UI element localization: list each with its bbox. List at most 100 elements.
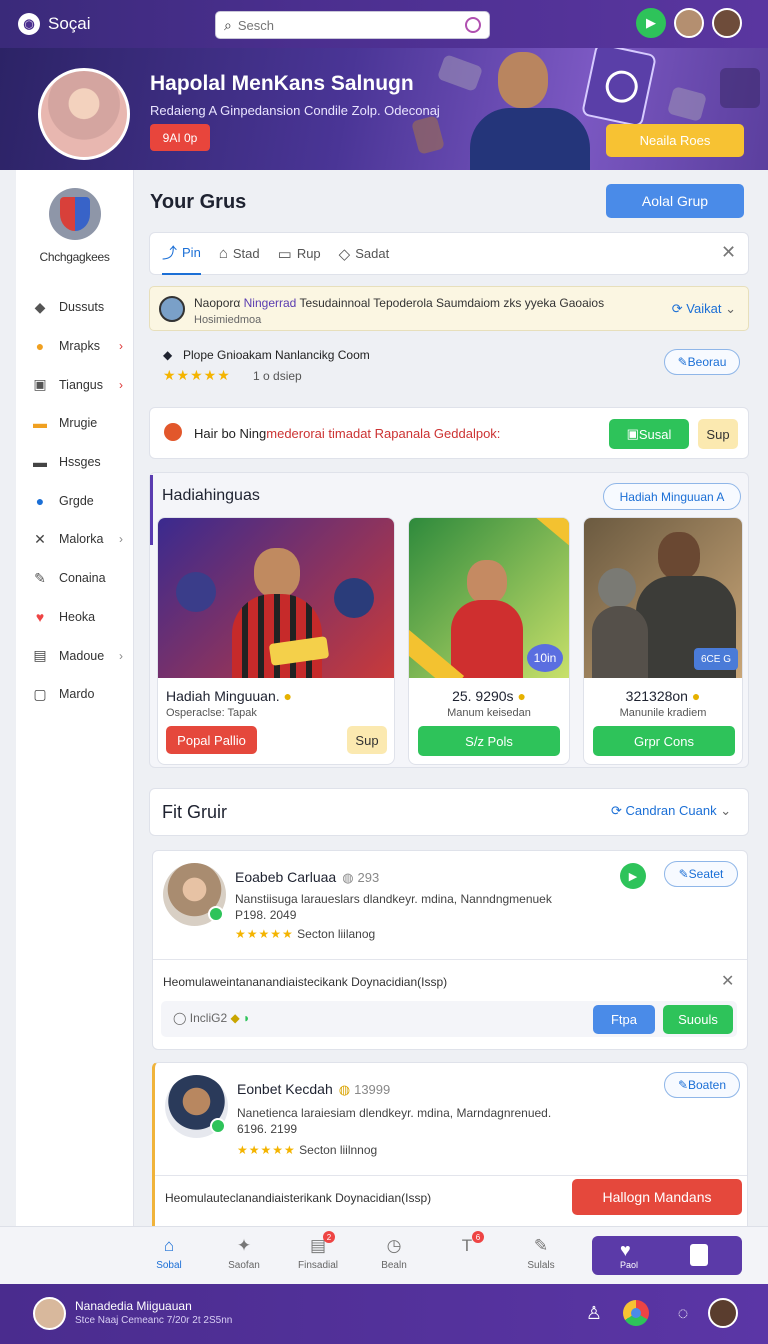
reward-image: 6CE G	[584, 518, 742, 678]
reward-name: Hadiah Minguuan. ●	[166, 688, 292, 704]
bottom-nav-item[interactable]: ◷ Bealn	[364, 1235, 424, 1271]
sidebar-item[interactable]: ✎ Conaina	[16, 559, 133, 598]
tools-icon: ✕	[34, 530, 46, 547]
profile-avatar[interactable]	[708, 1298, 738, 1328]
notification-badge: 2	[323, 1231, 335, 1243]
hero-subtitle: Redaieng A Ginpedansion Condile Zolp. Od…	[150, 103, 440, 118]
promo-secondary-button[interactable]: Sup	[698, 419, 738, 449]
sidebar-item-label: Heoka	[59, 609, 96, 624]
clipboard-icon[interactable]	[690, 1244, 708, 1266]
search-bar[interactable]: ⌕	[215, 11, 490, 39]
tab-pin[interactable]: ⤴ Pin	[162, 232, 201, 275]
sidebar-item-label: Mardo	[59, 687, 95, 702]
sidebar-item[interactable]: ● Grgde	[16, 481, 133, 520]
groups-tabs: ⤴ Pin ⌂ Stad ▭ Rup ◇ Sadat	[149, 232, 749, 275]
sidebar-item-label: Mrugie	[59, 416, 98, 431]
divider	[155, 1175, 747, 1176]
chat-icon[interactable]: ◌	[670, 1300, 696, 1326]
bottom-nav-highlight[interactable]: ♥ Paol	[592, 1236, 742, 1275]
reward-card[interactable]: Hadiah Minguuan. ● Osperaclse: Tapak Pop…	[157, 517, 395, 765]
bottom-nav-item[interactable]: ✦ Saofan	[214, 1235, 274, 1271]
rating-count: 1 o dsiep	[253, 369, 302, 383]
pen-icon: ✎	[34, 569, 46, 586]
hero-decoration	[666, 86, 708, 122]
review-action-button[interactable]: ✎ Boaten	[664, 1072, 740, 1098]
group-logo[interactable]	[48, 188, 101, 240]
reward-subtitle: Manunile kradiem	[619, 707, 707, 719]
tab-label: Stad	[232, 246, 260, 261]
rating-action-button[interactable]: ✎ Beorau	[664, 349, 740, 375]
reply-submit-button[interactable]: Suouls	[663, 1005, 733, 1034]
group-notice[interactable]: Naoporα Ningerrad Tesudainnoal Tepoderol…	[149, 286, 749, 331]
bottom-nav-item[interactable]: ▤ 2 Finsadial	[288, 1231, 348, 1271]
bottom-nav-item[interactable]: ⌂ Sobal	[139, 1235, 199, 1271]
add-group-button[interactable]: Aolal Grup	[606, 184, 744, 218]
reward-subtitle: Osperaclse: Tapak	[166, 707, 257, 719]
reply-input[interactable]: ◯ IncliG2 ◆ ◗ Ftpa Suouls	[161, 1001, 737, 1037]
user-icon[interactable]: ♙	[581, 1300, 607, 1326]
reply-send-button[interactable]: Ftpa	[593, 1005, 655, 1034]
sidebar-item[interactable]: ▬ Hssges	[16, 443, 133, 482]
weekly-rewards-section: Hadiahinguas Hadiah Minguuan A Hadiah Mi…	[149, 472, 749, 768]
hero-decoration	[720, 68, 760, 108]
fit-sort-dropdown[interactable]: ⟳ Candran Cuank ⌄	[611, 803, 731, 819]
bottom-nav-item[interactable]: T6	[437, 1231, 497, 1260]
hero-title: Hapolal MenKans Salnugn	[150, 72, 414, 95]
brand[interactable]: ◉ Soçai	[18, 13, 91, 35]
hero-cta-button[interactable]: Neaila Roes	[606, 124, 744, 157]
input-status-icon: ◯ IncliG2 ◆ ◗	[173, 1011, 251, 1025]
bottom-nav-item[interactable]: ✎ Sulals	[511, 1235, 571, 1271]
review-action-button[interactable]: ✎ Seatet	[664, 861, 738, 887]
coin-icon: ●	[283, 688, 292, 704]
sidebar: Chchgagkees ◆ Dussuts ● Mrapks › ▣ Tiangus › ▬ Mr…	[16, 170, 134, 1226]
reward-card[interactable]: 6CE G 321328on ● Manunile kradiem Grpr C…	[583, 517, 743, 765]
whatsapp-icon[interactable]: ▶	[620, 863, 646, 889]
reward-card[interactable]: 10in 25. 9290s ● Manum keisedan S/z Pols	[408, 517, 570, 765]
bottom-nav-label: Sulals	[527, 1260, 555, 1271]
promo-primary-button[interactable]: ▣ Susal	[609, 419, 689, 449]
tab-label: Pin	[182, 245, 201, 260]
sidebar-item[interactable]: ▣ Tiangus ›	[16, 365, 133, 404]
box-icon: ▭	[277, 245, 292, 263]
reward-tag: 6CE G	[694, 648, 738, 670]
messages-icon[interactable]: ▶	[636, 8, 666, 38]
reply-close-icon[interactable]: ✕	[721, 971, 734, 991]
sidebar-item[interactable]: ▤ Madoue ›	[16, 636, 133, 675]
sidebar-item[interactable]: ✕ Malorka ›	[16, 520, 133, 559]
reviewer-rating: ★★★★★ Secton liilnnog	[237, 1143, 378, 1157]
review-card: Eoabeb Carluaa ◍ 293 Nanstiisuga larauesla…	[152, 850, 748, 1050]
tab-sadat[interactable]: ◇ Sadat	[339, 232, 390, 275]
sidebar-item[interactable]: ♥ Heoka	[16, 598, 133, 637]
profile-avatar[interactable]	[712, 8, 742, 38]
sidebar-item[interactable]: ▢ Mardo	[16, 675, 133, 714]
reward-secondary-button[interactable]: Sup	[347, 726, 387, 754]
weekly-action-button[interactable]: Hadiah Minguuan A	[603, 483, 741, 510]
tabs-close-icon[interactable]: ✕	[721, 242, 736, 263]
bag-icon: ▣	[33, 376, 47, 393]
footer-avatar[interactable]	[33, 1297, 66, 1330]
reward-primary-button[interactable]: S/z Pols	[418, 726, 560, 756]
hero-badge[interactable]: 9AI 0p	[150, 124, 210, 151]
weekly-title: Hadiahinguas	[162, 487, 260, 504]
sidebar-item[interactable]: ● Mrapks ›	[16, 327, 133, 366]
verified-badge-icon	[208, 906, 224, 922]
voice-search-icon[interactable]	[465, 17, 481, 33]
user-avatar[interactable]	[674, 8, 704, 38]
coin-icon: ●	[517, 688, 526, 704]
search-input[interactable]	[237, 17, 459, 33]
tab-rup[interactable]: ▭ Rup	[278, 232, 321, 275]
top-bar: ◉ Soçai ⌕ ▶	[0, 0, 768, 48]
bottom-nav-label: Saofan	[228, 1260, 260, 1271]
sidebar-item[interactable]: ◆ Dussuts	[16, 288, 133, 327]
reward-primary-button[interactable]: Popal Pallio	[166, 726, 257, 754]
tab-stad[interactable]: ⌂ Stad	[219, 232, 260, 275]
chrome-icon[interactable]	[623, 1300, 649, 1326]
notice-action[interactable]: ⟳ Vaikat ⌄	[672, 301, 736, 317]
reward-primary-button[interactable]: Grpr Cons	[593, 726, 735, 756]
notice-subtext: Hosimiedmoa	[194, 314, 262, 326]
sidebar-item[interactable]: ▬ Mrugie	[16, 404, 133, 443]
review-cta-button[interactable]: Hallogn Mandans	[572, 1179, 742, 1215]
home-icon: ⌂	[163, 1236, 175, 1255]
fit-groups-header: Fit Gruir ⟳ Candran Cuank ⌄	[149, 788, 749, 836]
rating-row: ◆ Plope Gnioakam Nanlancikg Coom ★★★★★ 1…	[149, 340, 749, 390]
